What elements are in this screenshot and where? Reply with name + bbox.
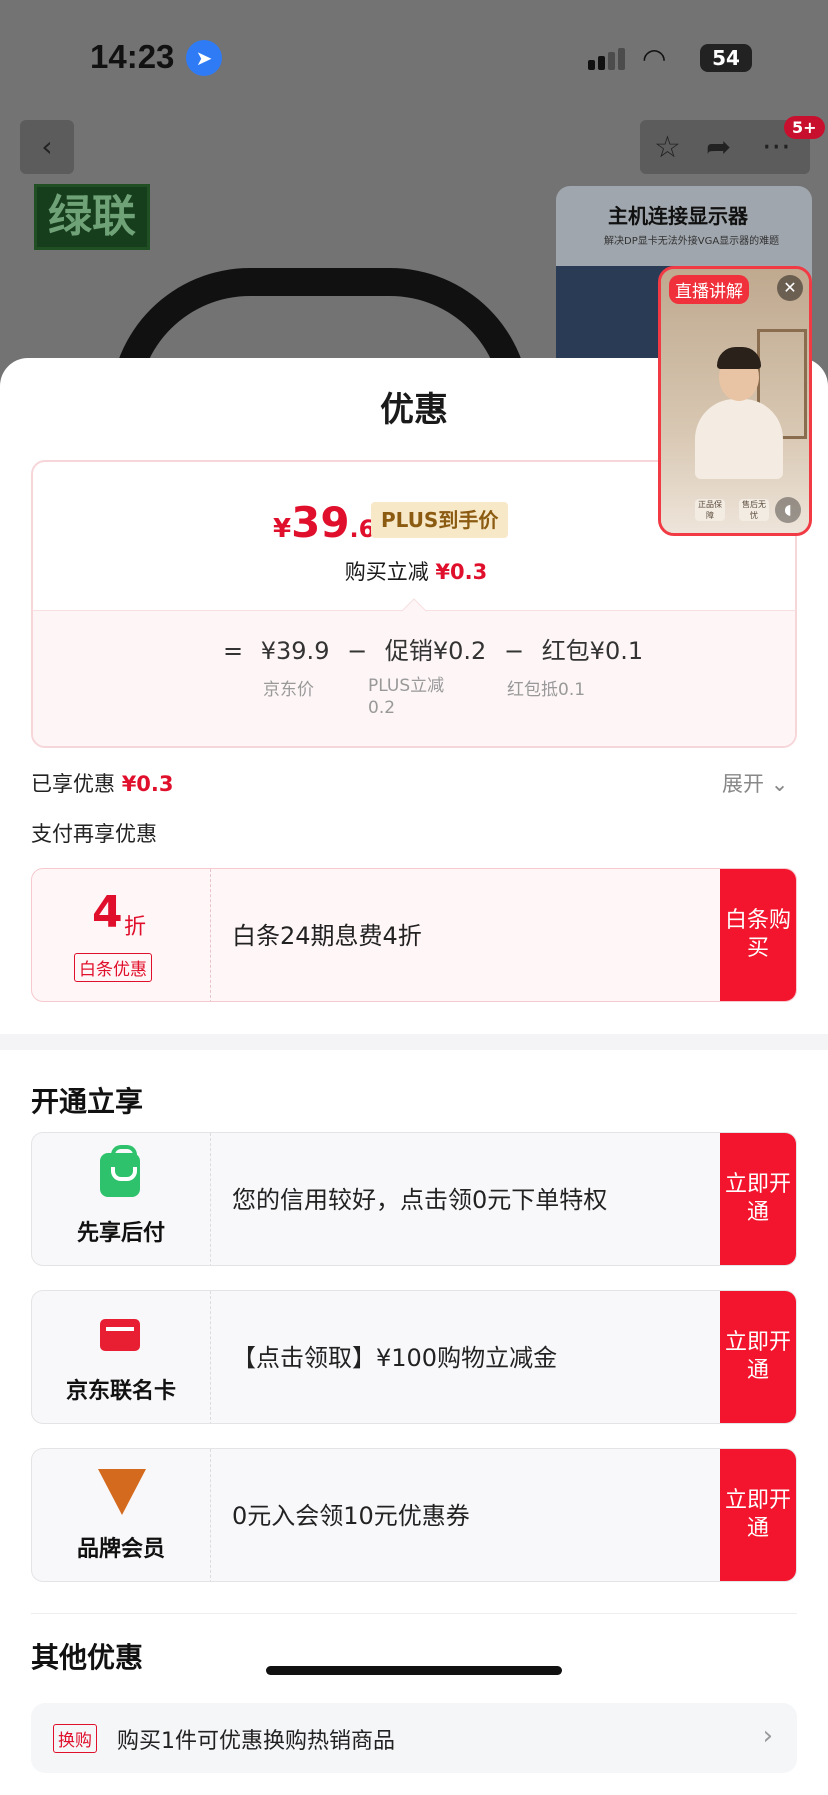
pay-later-left: 先享后付 bbox=[32, 1133, 210, 1265]
expand-toggle[interactable]: 展开 ⌄ bbox=[722, 768, 788, 798]
jd-card-text: 【点击领取】¥100购物立减金 bbox=[232, 1344, 558, 1372]
breakdown-row: = ¥39.9 − 促销¥0.2 − 红包¥0.1 bbox=[223, 631, 653, 666]
live-badge-aftersales: 售后无忧 bbox=[739, 499, 769, 521]
jd-card-offer[interactable]: 京东联名卡 【点击领取】¥100购物立减金 立即开通 bbox=[31, 1290, 797, 1424]
live-badge-authentic: 正品保障 bbox=[695, 499, 725, 521]
pay-later-open-button[interactable]: 立即开通 bbox=[720, 1133, 796, 1265]
brand-member-text: 0元入会领10元优惠券 bbox=[232, 1502, 470, 1530]
pay-later-text: 您的信用较好，点击领0元下单特权 bbox=[232, 1186, 608, 1214]
status-bar: 14:23 ➤ ◠ 54 bbox=[0, 38, 828, 78]
redpacket-amount: 红包¥0.1 bbox=[541, 637, 644, 665]
dashed-divider bbox=[210, 1133, 211, 1265]
reduce-value: ¥0.3 bbox=[435, 560, 488, 584]
share-icon[interactable]: ➦ bbox=[706, 130, 731, 165]
jd-price: ¥39.9 bbox=[260, 637, 330, 665]
jd-card-left: 京东联名卡 bbox=[32, 1291, 210, 1423]
credit-card-icon bbox=[100, 1319, 140, 1351]
trade-in-row[interactable]: 换购 购买1件可优惠换购热销商品 › bbox=[31, 1703, 797, 1773]
brand-member-card[interactable]: 品牌会员 0元入会领10元优惠券 立即开通 bbox=[31, 1448, 797, 1582]
live-video-frame bbox=[661, 269, 809, 533]
open-section-title: 开通立享 bbox=[31, 1085, 144, 1118]
host-hair bbox=[717, 347, 761, 369]
icon-wrap bbox=[32, 1311, 210, 1361]
enjoyed-discount: 已享优惠 ¥0.3 bbox=[31, 768, 174, 798]
notification-badge: 5+ bbox=[784, 116, 825, 139]
home-indicator[interactable] bbox=[266, 1666, 562, 1675]
jd-card-label: 京东联名卡 bbox=[65, 1379, 176, 1404]
chevron-right-icon: › bbox=[762, 1721, 773, 1751]
price-integer: 39 bbox=[291, 498, 350, 547]
live-tag: 直播讲解 bbox=[669, 275, 749, 304]
price-breakdown: = ¥39.9 − 促销¥0.2 − 红包¥0.1 京东价 PLUS立减0.2 … bbox=[33, 610, 795, 746]
separator-line bbox=[31, 1613, 797, 1614]
reduce-label: 购买立减 bbox=[344, 560, 429, 584]
expand-label: 展开 bbox=[722, 772, 764, 796]
baitiao-buy-button[interactable]: 白条购买 bbox=[720, 869, 796, 1001]
minus-sign: − bbox=[503, 637, 525, 665]
redpacket-label: 红包抵0.1 bbox=[507, 680, 586, 700]
jd-card-open-button[interactable]: 立即开通 bbox=[720, 1291, 796, 1423]
pay-later-card[interactable]: 先享后付 您的信用较好，点击领0元下单特权 立即开通 bbox=[31, 1132, 797, 1266]
discount-number: 4 bbox=[92, 887, 123, 938]
back-button[interactable]: ‹ bbox=[20, 120, 74, 174]
baitiao-discount-badge: 4 折 白条优惠 bbox=[32, 869, 210, 1001]
baitiao-offer-card[interactable]: 4 折 白条优惠 白条24期息费4折 白条购买 bbox=[31, 868, 797, 1002]
pay-more-title: 支付再享优惠 bbox=[31, 822, 157, 846]
brand-v-icon bbox=[98, 1469, 146, 1515]
minus-sign: − bbox=[347, 637, 368, 665]
trade-in-text: 购买1件可优惠换购热销商品 bbox=[117, 1729, 395, 1754]
equals-sign: = bbox=[223, 637, 244, 665]
star-icon[interactable]: ☆ bbox=[654, 130, 681, 165]
dashed-divider bbox=[210, 1291, 211, 1423]
promo-amount: 促销¥0.2 bbox=[384, 637, 487, 665]
dashed-divider bbox=[210, 1449, 211, 1581]
discount-unit: 折 bbox=[124, 915, 147, 940]
section-divider bbox=[0, 1034, 828, 1050]
baitiao-offer-text: 白条24期息费4折 bbox=[232, 922, 422, 950]
shopping-bag-icon bbox=[100, 1145, 140, 1197]
jd-price-label: 京东价 bbox=[263, 680, 314, 700]
chevron-down-icon: ⌄ bbox=[770, 772, 789, 796]
icon-wrap bbox=[32, 1145, 210, 1203]
discount-sheet: 优惠 ¥39.6 PLUS到手价 购买立减 ¥0.3 = ¥39.9 − 促销¥… bbox=[0, 358, 828, 1795]
mute-icon[interactable]: ◖ bbox=[775, 497, 801, 523]
promo-label: PLUS立减0.2 bbox=[368, 676, 445, 718]
live-video-window[interactable]: 直播讲解 ✕ 正品保障 售后无忧 ◖ bbox=[658, 266, 812, 536]
final-price: ¥39.6 bbox=[273, 498, 375, 554]
promo-subtitle: 解决DP显卡无法外接VGA显示器的难题 bbox=[604, 236, 780, 247]
close-icon[interactable]: ✕ bbox=[777, 275, 803, 301]
icon-wrap bbox=[32, 1469, 210, 1519]
brand-member-left: 品牌会员 bbox=[32, 1449, 210, 1581]
other-section-title: 其他优惠 bbox=[31, 1641, 144, 1674]
wifi-icon: ◠ bbox=[642, 42, 667, 75]
trade-in-tag: 换购 bbox=[53, 1724, 97, 1753]
discount-tag: 白条优惠 bbox=[74, 953, 152, 982]
location-arrow-icon: ➤ bbox=[186, 40, 222, 76]
dashed-divider bbox=[210, 869, 211, 1001]
plus-price-tag: PLUS到手价 bbox=[371, 502, 509, 538]
enjoyed-value: ¥0.3 bbox=[121, 772, 174, 796]
price-currency: ¥ bbox=[273, 514, 292, 544]
reduce-line: 购买立减 ¥0.3 bbox=[33, 556, 795, 586]
brand-logo: 绿联 bbox=[34, 184, 150, 250]
brand-member-label: 品牌会员 bbox=[76, 1537, 165, 1562]
pay-later-label: 先享后付 bbox=[76, 1221, 165, 1246]
battery-icon: 54 bbox=[700, 44, 752, 72]
promo-title: 主机连接显示器 bbox=[608, 204, 748, 228]
brand-member-open-button[interactable]: 立即开通 bbox=[720, 1449, 796, 1581]
enjoyed-label: 已享优惠 bbox=[31, 772, 115, 796]
status-time: 14:23 bbox=[90, 38, 175, 75]
signal-icon bbox=[588, 46, 628, 70]
host-body bbox=[695, 399, 783, 479]
